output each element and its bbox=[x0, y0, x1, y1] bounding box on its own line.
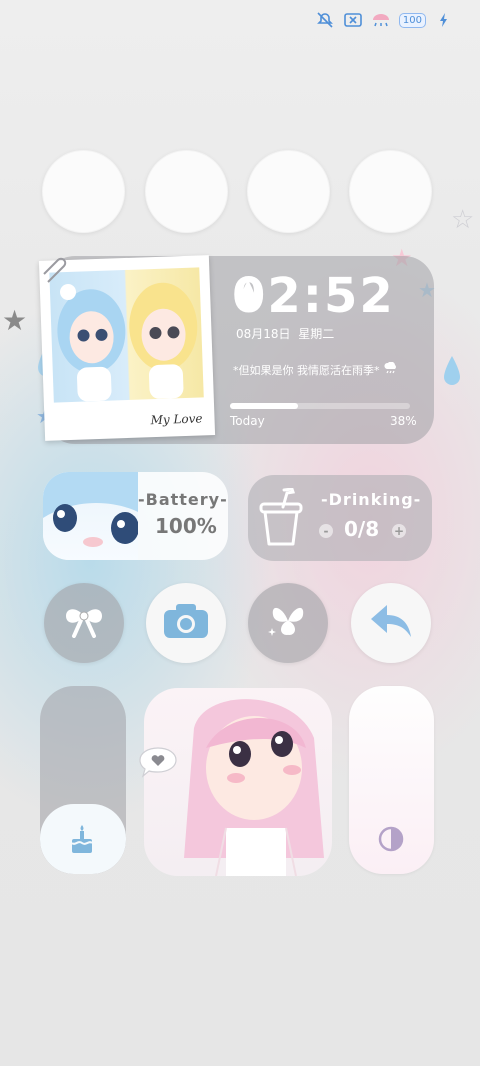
drop-icon bbox=[240, 280, 256, 310]
app-circle-4[interactable] bbox=[349, 150, 432, 233]
today-progress-fill bbox=[230, 403, 299, 409]
blue-drop-icon bbox=[444, 356, 460, 390]
app-circle-2[interactable] bbox=[145, 150, 228, 233]
app-circle-1[interactable] bbox=[42, 150, 125, 233]
status-bar: 100 bbox=[315, 12, 454, 28]
anime-face-illustration bbox=[43, 472, 139, 560]
drinking-value: 0/8 bbox=[344, 517, 380, 541]
battery-label: -Battery- bbox=[138, 490, 228, 509]
sim-x-icon bbox=[343, 12, 363, 28]
back-arrow-icon bbox=[369, 603, 413, 643]
clock-time: 02:52 bbox=[232, 268, 395, 324]
clock-quote: *但如果是你 我情愿活在雨季* bbox=[233, 361, 399, 378]
contrast-icon bbox=[377, 825, 405, 857]
clock-weekday: 星期二 bbox=[298, 327, 335, 341]
polaroid-caption: My Love bbox=[150, 411, 203, 428]
star-outline-icon: ☆ bbox=[451, 205, 475, 235]
battery-badge: 100 bbox=[398, 12, 426, 28]
charging-bolt-icon bbox=[434, 12, 454, 28]
progress-label: Today bbox=[230, 414, 265, 428]
today-progress-bar bbox=[230, 403, 410, 409]
drink-plus-button[interactable]: + bbox=[392, 524, 406, 538]
drink-cup-icon bbox=[258, 487, 304, 552]
clock-date-row: 08月18日 星期二 bbox=[236, 325, 334, 342]
camera-button[interactable] bbox=[146, 583, 226, 663]
app-circle-3[interactable] bbox=[247, 150, 330, 233]
quote-text: *但如果是你 我情愿活在雨季* bbox=[233, 364, 380, 377]
heart-bubble-icon bbox=[138, 744, 178, 784]
star-icon: ★ bbox=[2, 304, 28, 337]
bow-button[interactable] bbox=[44, 583, 124, 663]
progress-percent: 38% bbox=[390, 414, 417, 428]
drink-minus-button[interactable]: - bbox=[319, 524, 333, 538]
bow-icon bbox=[64, 604, 104, 642]
clock-date: 08月18日 bbox=[236, 327, 291, 341]
battery-value: 100% bbox=[155, 514, 217, 538]
camera-icon bbox=[162, 602, 210, 644]
back-button[interactable] bbox=[351, 583, 431, 663]
butterfly-button[interactable] bbox=[248, 583, 328, 663]
butterfly-icon bbox=[265, 601, 311, 645]
drinking-label: -Drinking- bbox=[321, 490, 422, 509]
paperclip-icon bbox=[40, 256, 70, 290]
rain-cloud-icon bbox=[383, 361, 399, 377]
wifi-umbrella-icon bbox=[371, 12, 391, 28]
cake-icon bbox=[68, 825, 96, 859]
anime-couple-illustration bbox=[49, 267, 204, 403]
bell-muted-icon bbox=[315, 12, 335, 28]
